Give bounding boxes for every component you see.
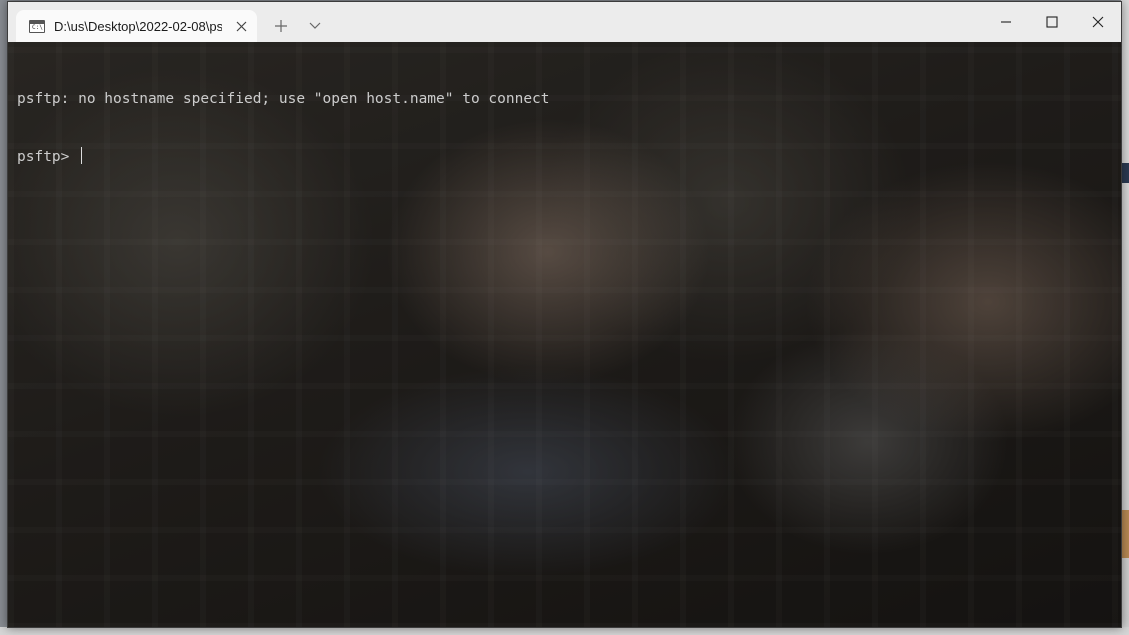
close-icon (1092, 16, 1104, 28)
minimize-button[interactable] (983, 2, 1029, 42)
tab-close-button[interactable] (233, 18, 249, 34)
title-bar[interactable]: C:\ D:\us\Desktop\2022-02-08\psft (8, 2, 1121, 42)
terminal-window: C:\ D:\us\Desktop\2022-02-08\psft psftp:… (7, 1, 1122, 628)
close-window-button[interactable] (1075, 2, 1121, 42)
desktop-background-bottom (0, 627, 1129, 635)
tab-active[interactable]: C:\ D:\us\Desktop\2022-02-08\psft (16, 10, 257, 42)
terminal-prompt-line: psftp> (17, 147, 550, 167)
chevron-down-icon (309, 22, 321, 29)
maximize-icon (1046, 16, 1058, 28)
terminal-prompt: psftp> (17, 149, 79, 165)
text-cursor (81, 147, 83, 164)
terminal-line: psftp: no hostname specified; use "open … (17, 91, 550, 107)
terminal-content[interactable]: psftp: no hostname specified; use "open … (8, 42, 1121, 627)
tab-title: D:\us\Desktop\2022-02-08\psft (54, 18, 222, 34)
tab-dropdown-button[interactable] (300, 12, 330, 40)
terminal-output[interactable]: psftp: no hostname specified; use "open … (17, 52, 550, 205)
terminal-icon: C:\ (29, 19, 45, 33)
terminal-icon-text: C:\ (32, 23, 43, 31)
plus-icon (275, 20, 287, 32)
minimize-icon (1001, 21, 1011, 23)
maximize-button[interactable] (1029, 2, 1075, 42)
desktop-background-edge (1121, 0, 1129, 635)
close-icon (236, 21, 246, 31)
new-tab-button[interactable] (266, 12, 296, 40)
